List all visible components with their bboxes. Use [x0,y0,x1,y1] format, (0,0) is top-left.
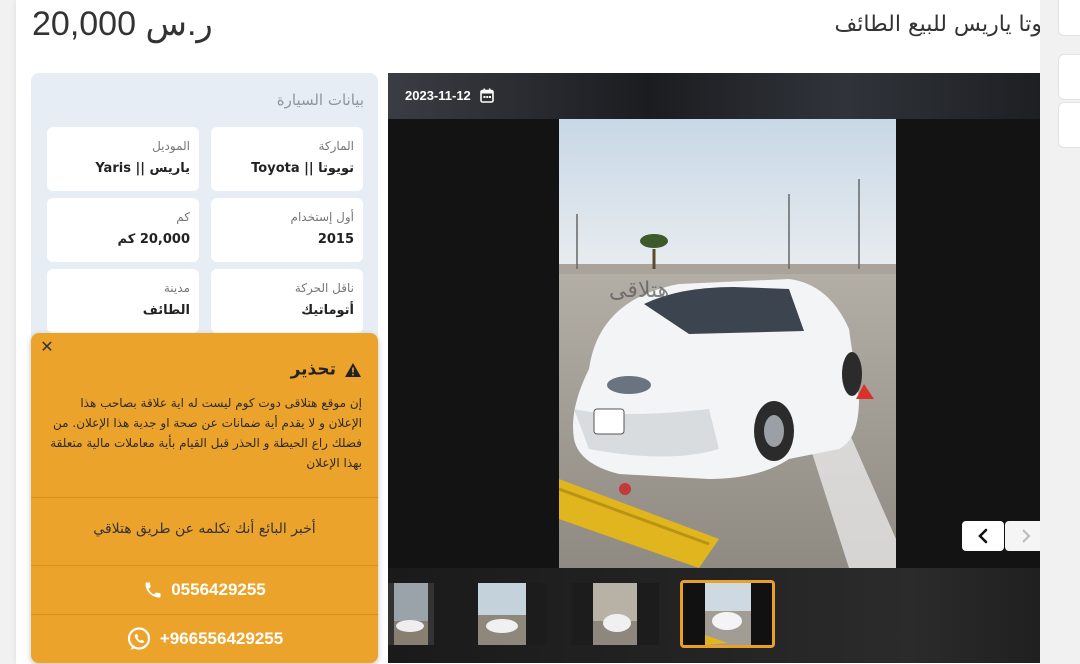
phone-icon [145,582,161,598]
spec-label: الماركة [318,139,354,153]
side-button[interactable] [1058,0,1080,36]
spec-card-mileage: كم 20,000 كم [47,198,199,262]
spec-card-transmission: ناقل الحركة أتوماتيك [211,269,363,333]
gallery-prev-button[interactable] [1005,521,1040,551]
gallery-thumbnail[interactable] [388,583,434,645]
spec-value: الطائف [142,303,190,318]
side-button[interactable] [1058,54,1080,100]
warning-text: إن موقع هتلاقى دوت كوم ليست له اية علاقة… [50,396,362,470]
listing-page: 20,000 ر.س وتا ياريس للبيع الطائف بيانات… [16,0,1040,664]
side-button[interactable] [1058,102,1080,148]
warning-triangle-icon [345,362,361,377]
calendar-icon [480,88,495,103]
spec-value: أتوماتيك [301,303,354,318]
whatsapp-number: +966556429255 [159,629,284,648]
call-button[interactable]: 0556429255 [31,566,378,614]
spec-value: ياريس || Yaris [95,161,190,176]
gallery-next-button[interactable] [962,521,1004,551]
close-icon[interactable]: ✕ [39,339,55,355]
gallery-topbar: 2023-11-12 [388,73,1040,119]
spec-card-city: مدينة الطائف [47,269,199,333]
spec-label: مدينة [163,281,190,295]
gallery-thumbnail[interactable] [571,583,659,645]
warning-popup: ✕ تحذير إن موقع هتلاقى دوت كوم ليست له ا… [31,333,378,663]
thumbnail-strip [388,568,1040,663]
divider [31,497,378,498]
watermark: هتلاقى [609,278,669,303]
gallery-thumbnail[interactable] [458,583,546,645]
spec-card-first-use: أول إستخدام 2015 [211,198,363,262]
chevron-left-icon [978,528,988,544]
side-panel [1040,0,1080,664]
phone-number: 0556429255 [171,580,266,599]
warning-title: تحذير [290,359,336,380]
spec-label: الموديل [152,139,190,153]
listing-price: 20,000 ر.س [32,5,213,43]
chevron-right-icon [1022,529,1031,543]
spec-card-model: الموديل ياريس || Yaris [47,127,199,191]
specs-title: بيانات السيارة [276,91,364,109]
post-date-text: 2023-11-12 [405,88,471,103]
spec-value: 2015 [317,232,354,247]
listing-title: وتا ياريس للبيع الطائف [834,12,1041,37]
photo-gallery: 2023-11-12 هتلاقى [388,73,1040,663]
spec-label: كم [176,210,190,224]
spec-value: تويوتا || Toyota [251,161,354,176]
spec-card-brand: الماركة تويوتا || Toyota [211,127,363,191]
spec-value: 20,000 كم [117,232,190,247]
whatsapp-button[interactable]: +966556429255 [31,615,378,663]
main-car-photo[interactable]: هتلاقى [559,119,896,568]
warning-header: تحذير [291,359,362,383]
inform-seller-text: أخبر البائع أنك تكلمه عن طريق هتلاقي [93,521,316,537]
spec-label: ناقل الحركة [294,281,354,295]
gallery-thumbnail-active[interactable] [680,580,775,648]
car-specs-panel: بيانات السيارة الماركة تويوتا || Toyota … [31,73,378,343]
whatsapp-icon [127,627,150,650]
post-date: 2023-11-12 [405,88,495,103]
spec-label: أول إستخدام [290,210,354,224]
